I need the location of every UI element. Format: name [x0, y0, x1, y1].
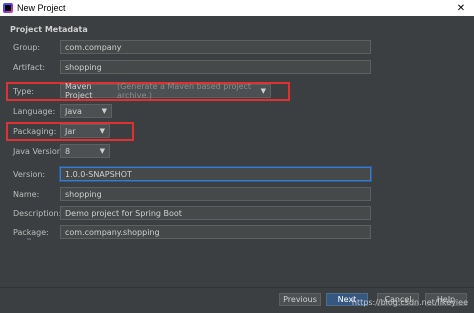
java-version-select[interactable]: 8 ▼ [60, 144, 110, 158]
artifact-field[interactable]: shopping [60, 60, 371, 74]
group-row: Group: com.company [0, 40, 474, 56]
chevron-down-icon: ▼ [260, 87, 266, 95]
chevron-down-icon: ▼ [99, 147, 105, 155]
name-row: Name: shopping [0, 187, 474, 203]
name-label: Name: [13, 190, 40, 199]
package-label: Package: [13, 228, 49, 237]
type-label: Type: [13, 87, 35, 96]
type-row: Type: Maven Project (Generate a Maven ba… [0, 82, 474, 100]
packaging-select[interactable]: Jar ▼ [60, 124, 110, 138]
description-row: Description: Demo project for Spring Boo… [0, 206, 474, 222]
chevron-down-icon: ▼ [101, 107, 107, 115]
java-version-row: Java Version: 8 ▼ [0, 144, 474, 160]
close-icon[interactable]: ✕ [448, 0, 474, 16]
packaging-value: Jar [65, 126, 76, 136]
language-label: Language: [13, 107, 56, 116]
description-label: Description: [13, 209, 62, 218]
language-select[interactable]: Java ▼ [60, 104, 112, 118]
type-value: Maven Project [65, 82, 93, 100]
window-title: New Project [17, 3, 66, 13]
version-row: Version: 1.0.0-SNAPSHOT [0, 167, 474, 183]
language-row: Language: Java ▼ [0, 104, 474, 120]
version-field[interactable]: 1.0.0-SNAPSHOT [60, 167, 371, 181]
type-hint: (Generate a Maven based project archive.… [117, 82, 252, 100]
previous-button[interactable]: Previous [279, 293, 321, 306]
watermark: https://blog.csdn.net/likeyiee [351, 298, 468, 307]
footer-divider [0, 287, 474, 288]
java-version-value: 8 [65, 146, 71, 156]
type-select[interactable]: Maven Project (Generate a Maven based pr… [60, 82, 271, 100]
packaging-row: Packaging: Jar ▼ [0, 124, 474, 140]
packaging-label: Packaging: [13, 127, 57, 136]
section-title: Project Metadata [10, 25, 88, 34]
name-field[interactable]: shopping [60, 187, 371, 201]
intellij-logo-icon [3, 3, 13, 13]
group-label: Group: [13, 43, 41, 52]
artifact-label: Artifact: [13, 63, 46, 72]
package-field[interactable]: com.company.shopping [60, 225, 371, 239]
artifact-row: Artifact: shopping [0, 60, 474, 76]
language-value: Java [65, 106, 82, 116]
group-field[interactable]: com.company [60, 40, 371, 54]
description-field[interactable]: Demo project for Spring Boot [60, 206, 371, 220]
chevron-down-icon: ▼ [99, 127, 105, 135]
java-version-label: Java Version: [13, 147, 65, 156]
version-label: Version: [13, 170, 46, 179]
package-row: Package: com.company.shopping [0, 225, 474, 241]
resize-grip [27, 238, 31, 240]
title-bar: New Project ✕ [0, 0, 474, 16]
